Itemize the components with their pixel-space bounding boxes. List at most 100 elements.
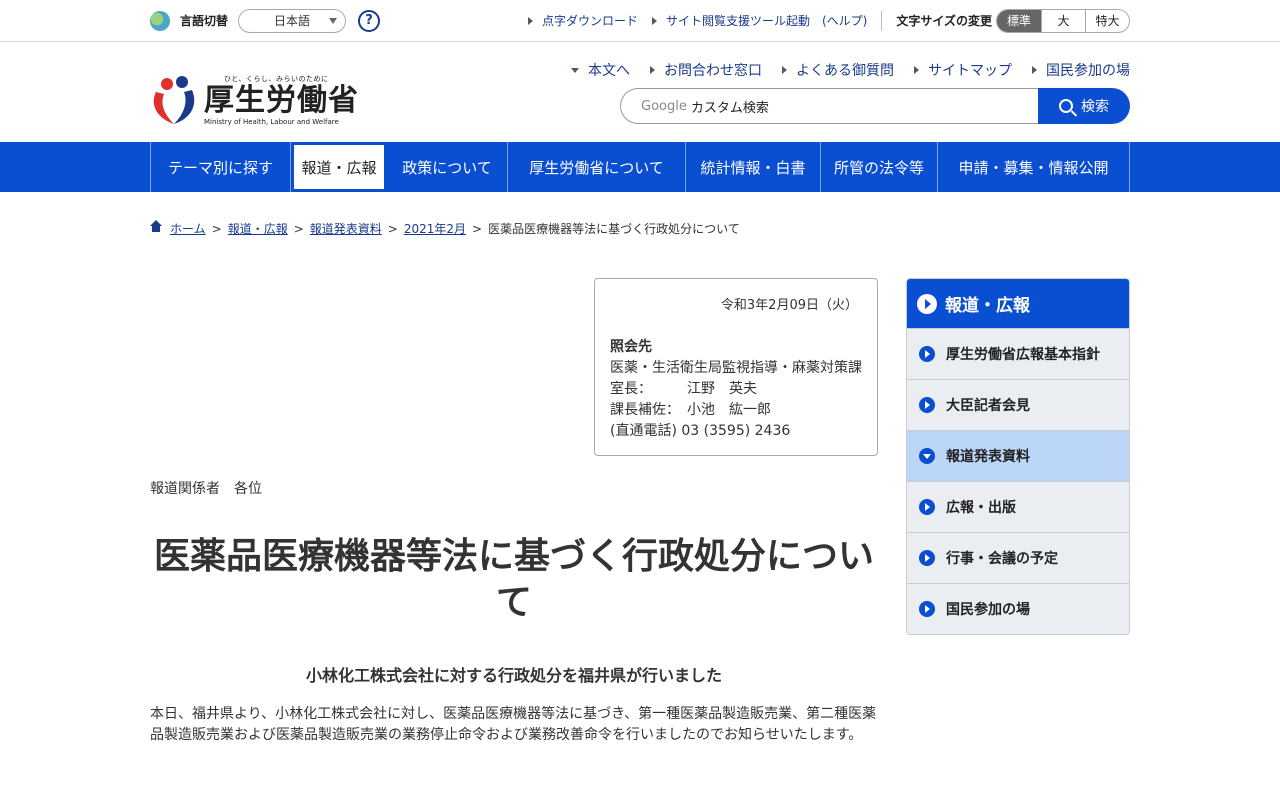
gnav-label: 所管の法令等 [833, 158, 924, 177]
gnav-item-about[interactable]: 厚生労働省について [508, 142, 686, 192]
fontsize-standard-button[interactable]: 標準 [997, 9, 1041, 32]
side-nav: 報道・広報 厚生労働省広報基本指針 大臣記者会見 報道発表資料 広報・出版 行事… [906, 278, 1130, 635]
divider [881, 10, 883, 31]
breadcrumb-releases[interactable]: 報道発表資料 [310, 220, 382, 237]
faq-link[interactable]: よくある御質問 [782, 60, 894, 80]
arrow-down-icon [571, 67, 579, 73]
contact-deputy: 課長補佐： 小池 紘一郎 [610, 402, 771, 418]
side-item-publications[interactable]: 広報・出版 [907, 481, 1129, 532]
help-button[interactable]: ? [358, 9, 381, 32]
arrow-circle-icon [919, 499, 935, 515]
side-item-label: 広報・出版 [946, 500, 1016, 516]
faq-label: よくある御質問 [796, 63, 894, 79]
side-item-label: 国民参加の場 [946, 602, 1030, 618]
side-item-press-conference[interactable]: 大臣記者会見 [907, 379, 1129, 430]
gnav-item-statistics[interactable]: 統計情報・白書 [686, 142, 821, 192]
release-date: 令和3年2月09日（火） [720, 298, 858, 313]
search-icon [1059, 99, 1073, 113]
utility-bar: 言語切替 日本語 ? 点字ダウンロード サイト閲覧支援ツール起動 (ヘルプ) 文… [0, 0, 1280, 42]
breadcrumb: ホーム > 報道・広報 > 報道発表資料 > 2021年2月 > 医薬品医療機器… [150, 219, 740, 237]
braille-download-link[interactable]: 点字ダウンロード [527, 12, 638, 29]
browsing-support-label: サイト閲覧支援ツール起動 (ヘルプ) [665, 14, 868, 28]
article-body: 本日、福井県より、小林化工株式会社に対し、医薬品医療機器等法に基づき、第一種医薬… [150, 706, 877, 743]
gnav-item-press[interactable]: 報道・広報 [291, 142, 387, 192]
breadcrumb-home[interactable]: ホーム [170, 220, 206, 237]
fontsize-xlarge-button[interactable]: 特大 [1085, 9, 1129, 32]
braille-download-label: 点字ダウンロード [541, 14, 638, 28]
gnav-label: 政策について [402, 158, 492, 177]
side-item-press-releases[interactable]: 報道発表資料 [907, 430, 1129, 481]
recipients: 報道関係者 各位 [150, 481, 262, 497]
breadcrumb-month[interactable]: 2021年2月 [404, 220, 466, 237]
language-label: 言語切替 [180, 14, 229, 28]
gnav-item-policy[interactable]: 政策について [387, 142, 508, 192]
gnav-label: テーマ別に探す [167, 158, 273, 177]
contact-label: お問合わせ窓口 [664, 63, 762, 79]
search-button[interactable]: 検索 [1038, 88, 1130, 124]
side-item-label: 行事・会議の予定 [946, 551, 1058, 567]
article-subtitle: 小林化工株式会社に対する行政処分を福井県が行いました [305, 666, 722, 685]
fontsize-large-button[interactable]: 大 [1041, 9, 1085, 32]
skip-to-content-label: 本文へ [588, 63, 630, 79]
google-brand-label: Google [641, 98, 687, 114]
chevron-down-icon [329, 17, 338, 24]
breadcrumb-separator: > [211, 221, 222, 236]
home-icon [150, 219, 162, 234]
skip-to-content-link[interactable]: 本文へ [571, 60, 630, 80]
breadcrumb-separator: > [472, 221, 483, 236]
participation-link[interactable]: 国民参加の場 [1032, 60, 1130, 80]
side-item-pr-policy[interactable]: 厚生労働省広報基本指針 [907, 328, 1129, 379]
arrow-circle-icon [919, 397, 935, 413]
site-logo[interactable]: ひと、くらし、みらいのために 厚生労働省 Ministry of Health,… [150, 74, 359, 126]
site-header: ひと、くらし、みらいのために 厚生労働省 Ministry of Health,… [0, 42, 1280, 142]
side-item-participation[interactable]: 国民参加の場 [907, 583, 1129, 634]
header-links: 本文へ お問合わせ窓口 よくある御質問 サイトマップ 国民参加の場 [551, 60, 1130, 80]
search-input[interactable]: Google カスタム検索 [620, 88, 1038, 124]
participation-label: 国民参加の場 [1046, 63, 1130, 79]
page-title: 医薬品医療機器等法に基づく行政処分について [153, 536, 874, 623]
language-select-value: 日本語 [274, 14, 311, 28]
gnav-label: 統計情報・白書 [700, 158, 806, 177]
side-item-label: 大臣記者会見 [946, 398, 1030, 414]
breadcrumb-press[interactable]: 報道・広報 [228, 220, 288, 237]
site-search: Google カスタム検索 検索 [620, 88, 1130, 124]
fontsize-label: 文字サイズの変更 [896, 14, 992, 28]
arrow-circle-icon [919, 601, 935, 617]
contact-phone: (直通電話) 03 (3595) 2436 [610, 423, 791, 439]
arrow-circle-icon [919, 550, 935, 566]
gnav-item-themes[interactable]: テーマ別に探す [151, 142, 291, 192]
contact-link[interactable]: お問合わせ窓口 [650, 60, 762, 80]
logo-name: 厚生労働省 [204, 83, 359, 118]
breadcrumb-current: 医薬品医療機器等法に基づく行政処分について [488, 222, 740, 236]
arrow-circle-icon [917, 293, 937, 314]
mhlw-logo-icon [153, 76, 195, 124]
arrow-right-icon [914, 66, 919, 74]
side-item-events[interactable]: 行事・会議の予定 [907, 532, 1129, 583]
gnav-label: 申請・募集・情報公開 [958, 158, 1109, 177]
gnav-label: 報道・広報 [301, 158, 377, 177]
arrow-right-icon [527, 16, 533, 25]
arrow-right-icon [651, 16, 657, 25]
sitemap-link[interactable]: サイトマップ [914, 60, 1012, 80]
global-nav: テーマ別に探す 報道・広報 政策について 厚生労働省について 統計情報・白書 所… [0, 142, 1280, 192]
search-button-label: 検索 [1081, 99, 1109, 115]
contact-box: 令和3年2月09日（火） 照会先 医薬・生活衛生局監視指導・麻薬対策課 室長： … [594, 278, 878, 456]
arrow-right-icon [650, 66, 655, 74]
contact-title: 照会先 [610, 339, 652, 355]
arrow-circle-down-icon [919, 448, 935, 464]
sitemap-label: サイトマップ [928, 63, 1012, 79]
utility-links: 点字ダウンロード サイト閲覧支援ツール起動 (ヘルプ) 文字サイズの変更 標準 … [514, 8, 1130, 33]
breadcrumb-separator: > [387, 221, 398, 236]
side-nav-title: 報道・広報 [945, 296, 1030, 316]
globe-icon [150, 10, 170, 31]
browsing-support-link[interactable]: サイト閲覧支援ツール起動 (ヘルプ) [651, 12, 868, 29]
language-select[interactable]: 日本語 [238, 8, 347, 33]
gnav-item-laws[interactable]: 所管の法令等 [821, 142, 938, 192]
arrow-right-icon [782, 66, 787, 74]
logo-english: Ministry of Health, Labour and Welfare [204, 118, 339, 126]
gnav-item-applications[interactable]: 申請・募集・情報公開 [938, 142, 1130, 192]
side-nav-header[interactable]: 報道・広報 [907, 279, 1129, 328]
search-placeholder: カスタム検索 [690, 100, 769, 116]
arrow-right-icon [1032, 66, 1037, 74]
gnav-label: 厚生労働省について [529, 158, 664, 177]
